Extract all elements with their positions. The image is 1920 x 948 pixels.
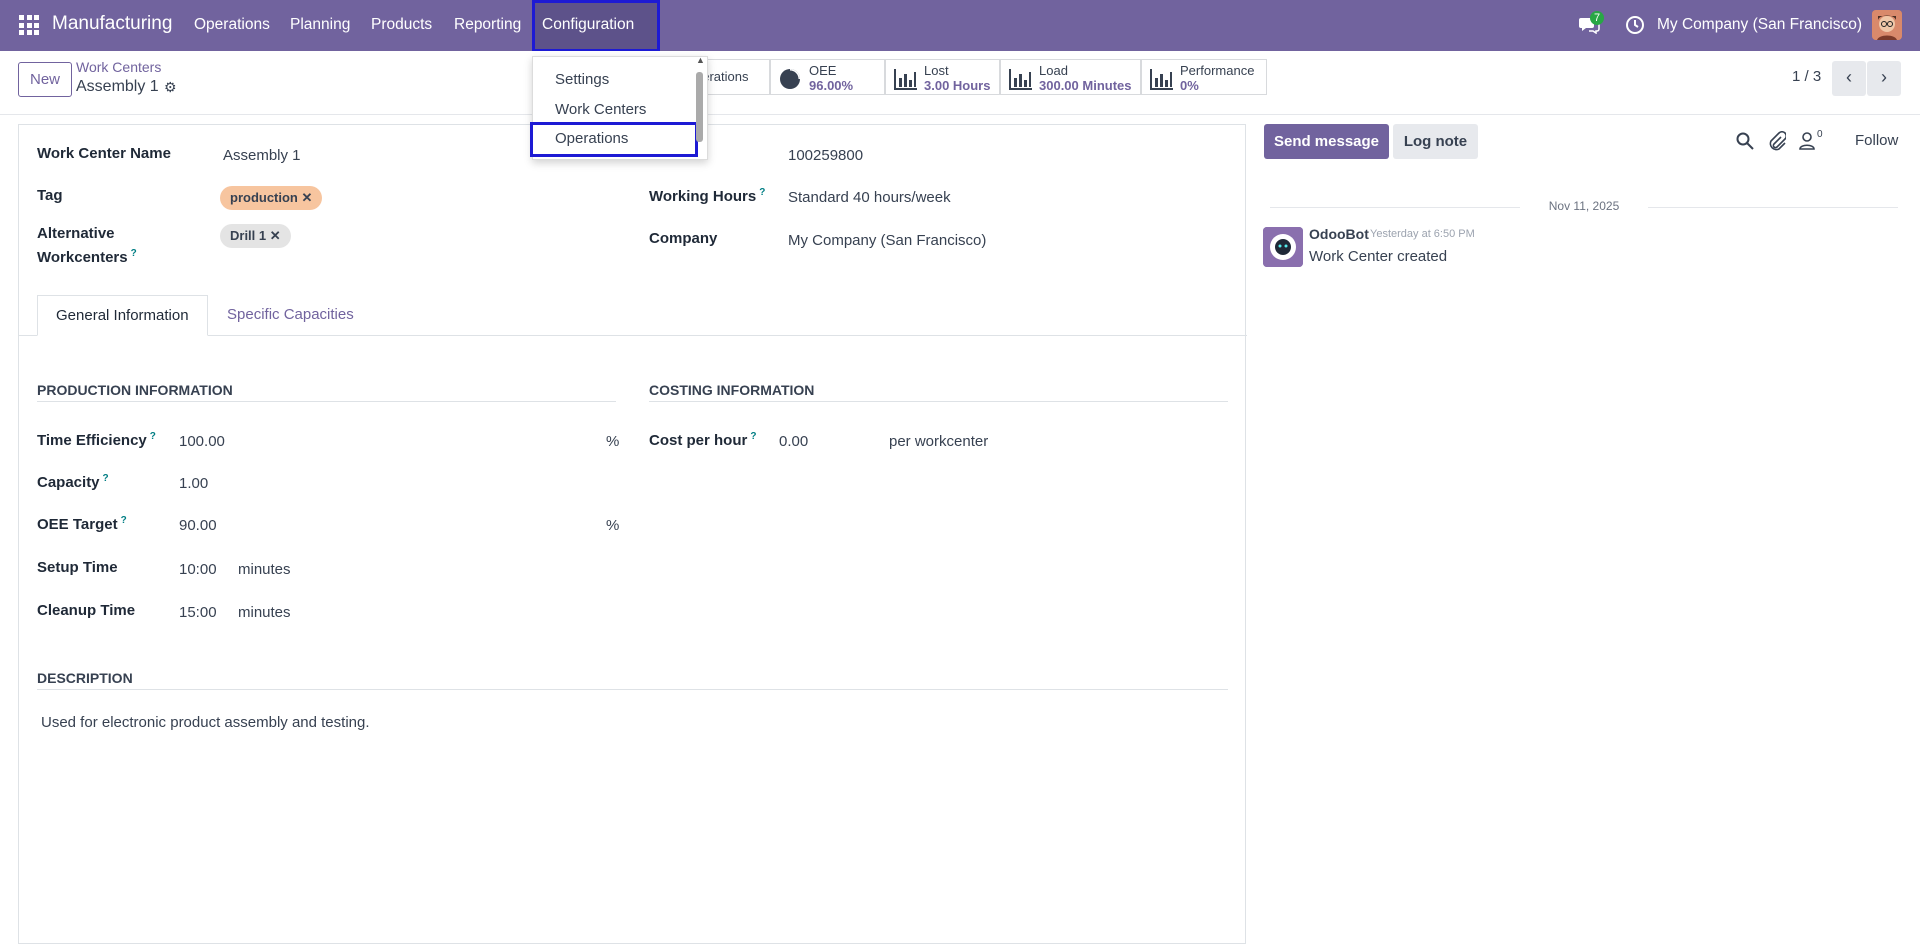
- followers-count: 0: [1817, 129, 1823, 140]
- pie-chart-icon: [780, 69, 800, 89]
- pager-next-button[interactable]: ›: [1867, 61, 1901, 96]
- stat-oee-value: 96.00%: [809, 78, 854, 93]
- stat-load[interactable]: Load 300.00 Minutes: [1000, 59, 1141, 95]
- tab-specific-capacities[interactable]: Specific Capacities: [209, 295, 372, 336]
- menu-operations[interactable]: Operations: [194, 16, 270, 34]
- follow-button[interactable]: Follow: [1855, 132, 1898, 149]
- work-center-name-label: Work Center Name: [37, 145, 171, 162]
- stat-lost-label: Lost: [924, 63, 949, 78]
- stat-load-label: Load: [1039, 63, 1068, 78]
- tag-drill-1[interactable]: Drill 1 ✕: [220, 224, 291, 248]
- close-icon[interactable]: ✕: [302, 190, 313, 205]
- cleanup-time-unit: minutes: [238, 604, 291, 621]
- top-navbar: Manufacturing Operations Planning Produc…: [0, 0, 1920, 52]
- pager-previous-button[interactable]: ‹: [1832, 61, 1866, 96]
- tag-label: Tag: [37, 187, 63, 204]
- tag-drill-1-text: Drill 1: [230, 228, 267, 243]
- message-author: OdooBot: [1309, 226, 1369, 242]
- dropdown-item-settings[interactable]: Settings: [555, 71, 609, 88]
- time-efficiency-unit: %: [606, 433, 620, 450]
- setup-time-field[interactable]: 10:00: [179, 561, 217, 578]
- message-time: Yesterday at 6:50 PM: [1370, 228, 1475, 240]
- capacity-label: Capacity?: [37, 473, 109, 491]
- menu-products[interactable]: Products: [371, 16, 432, 34]
- breadcrumb-work-centers[interactable]: Work Centers: [76, 59, 161, 75]
- tag-production[interactable]: production ✕: [220, 186, 323, 210]
- dropdown-item-work-centers[interactable]: Work Centers: [555, 101, 646, 118]
- app-name[interactable]: Manufacturing: [52, 13, 172, 35]
- tag-production-text: production: [230, 190, 298, 205]
- description-title: DESCRIPTION: [37, 670, 1228, 690]
- oee-target-unit: %: [606, 517, 620, 534]
- cost-per-hour-label: Cost per hour?: [649, 431, 757, 449]
- stat-performance[interactable]: Performance 0%: [1141, 59, 1267, 95]
- user-avatar[interactable]: [1872, 10, 1902, 40]
- scroll-up-icon[interactable]: ▲: [696, 55, 705, 65]
- working-hours-field[interactable]: Standard 40 hours/week: [788, 189, 951, 206]
- work-center-name-field[interactable]: Assembly 1: [223, 147, 301, 164]
- help-icon: ?: [120, 515, 127, 526]
- capacity-field[interactable]: 1.00: [179, 475, 208, 492]
- stat-lost[interactable]: Lost 3.00 Hours: [885, 59, 1000, 95]
- control-panel: New Work Centers Assembly 1 ⚙ perations …: [0, 51, 1920, 115]
- pager-value[interactable]: 1 / 3: [1792, 68, 1821, 85]
- menu-reporting[interactable]: Reporting: [454, 16, 521, 34]
- help-icon: ?: [130, 248, 137, 259]
- setup-time-label: Setup Time: [37, 559, 118, 576]
- help-icon: ?: [759, 187, 766, 198]
- send-message-button[interactable]: Send message: [1264, 124, 1389, 159]
- stat-oee[interactable]: OEE 96.00%: [770, 59, 885, 95]
- paperclip-icon[interactable]: [1768, 131, 1786, 151]
- oee-target-field[interactable]: 90.00: [179, 517, 217, 534]
- new-button[interactable]: New: [18, 62, 72, 97]
- chat-count-badge: 7: [1590, 11, 1605, 25]
- dropdown-selected-highlight: [530, 122, 698, 157]
- workcenters-label: Workcenters?: [37, 248, 137, 266]
- dropdown-scrollbar[interactable]: [696, 72, 703, 142]
- description-field[interactable]: Used for electronic product assembly and…: [41, 714, 370, 731]
- breadcrumb-current: Assembly 1: [76, 78, 159, 95]
- cost-per-hour-field[interactable]: 0.00: [779, 433, 808, 450]
- help-icon: ?: [102, 473, 109, 484]
- company-switcher[interactable]: My Company (San Francisco): [1657, 16, 1862, 34]
- stat-performance-label: Performance: [1180, 63, 1255, 78]
- company-label: Company: [649, 230, 718, 247]
- cost-per-hour-unit: per workcenter: [889, 433, 989, 450]
- gear-icon[interactable]: ⚙: [164, 79, 177, 96]
- menu-planning[interactable]: Planning: [290, 16, 350, 34]
- setup-time-unit: minutes: [238, 561, 291, 578]
- message-body: Work Center created: [1309, 248, 1448, 265]
- costing-information-title: COSTING INFORMATION: [649, 382, 1228, 402]
- time-efficiency-field[interactable]: 100.00: [179, 433, 225, 450]
- cleanup-time-field[interactable]: 15:00: [179, 604, 217, 621]
- close-icon[interactable]: ✕: [270, 228, 281, 243]
- bar-chart-icon: [1150, 69, 1173, 90]
- odoobot-avatar: [1263, 227, 1303, 267]
- production-information-title: PRODUCTION INFORMATION: [37, 382, 616, 402]
- help-icon: ?: [750, 431, 757, 442]
- oee-target-label: OEE Target?: [37, 515, 127, 533]
- code-field[interactable]: 100259800: [788, 147, 863, 164]
- search-icon[interactable]: [1736, 132, 1754, 150]
- followers-icon[interactable]: [1799, 132, 1815, 150]
- time-efficiency-label: Time Efficiency?: [37, 431, 156, 449]
- apps-menu-icon[interactable]: [19, 15, 39, 35]
- company-field[interactable]: My Company (San Francisco): [788, 232, 986, 249]
- stat-lost-value: 3.00 Hours: [924, 78, 991, 93]
- bar-chart-icon: [894, 69, 917, 90]
- stat-load-value: 300.00 Minutes: [1039, 78, 1132, 93]
- alternative-label: Alternative: [37, 225, 115, 242]
- working-hours-label: Working Hours?: [649, 187, 766, 205]
- stat-oee-label: OEE: [809, 63, 837, 78]
- clock-icon[interactable]: [1625, 15, 1645, 35]
- menu-configuration[interactable]: Configuration: [542, 16, 634, 34]
- log-note-button[interactable]: Log note: [1393, 124, 1478, 159]
- form-sheet: Work Center Name Assembly 1 Tag producti…: [18, 124, 1247, 944]
- stat-performance-value: 0%: [1180, 78, 1199, 93]
- bar-chart-icon: [1009, 69, 1032, 90]
- cleanup-time-label: Cleanup Time: [37, 602, 136, 619]
- help-icon: ?: [149, 431, 156, 442]
- tab-general-information[interactable]: General Information: [37, 295, 208, 336]
- date-separator: Nov 11, 2025: [1270, 199, 1898, 213]
